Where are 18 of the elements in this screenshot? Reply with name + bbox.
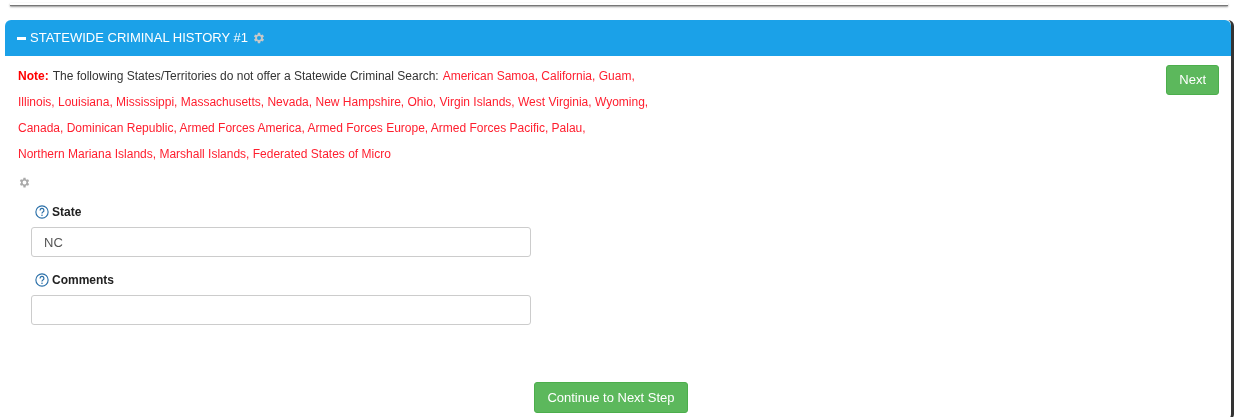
- note-label: Note:: [18, 69, 49, 84]
- state-list: Canada, Dominican Republic, Armed Forces America, Armed Forces Europe, Armed Forces Pacific, Palau,: [18, 121, 586, 136]
- field-label: State: [52, 204, 82, 221]
- continue-button[interactable]: Continue to Next Step: [534, 382, 688, 413]
- input-field[interactable]: [31, 295, 531, 325]
- panel-header[interactable]: STATEWIDE CRIMINAL HISTORY #1: [5, 20, 1231, 56]
- settings-icon[interactable]: [18, 176, 31, 189]
- panel-title: STATEWIDE CRIMINAL HISTORY #1: [30, 29, 248, 48]
- next-button[interactable]: Next: [1166, 65, 1219, 95]
- settings-icon[interactable]: [251, 31, 266, 45]
- help-icon[interactable]: [35, 273, 49, 287]
- state-list: Illinois, Louisiana, Mississippi, Massachusetts, Nevada, New Hampshire, Ohio, Virgin Islands, West Virginia, Wyoming,: [18, 95, 649, 110]
- note-text: The following States/Territories do not offer a Statewide Criminal Search:: [52, 69, 439, 84]
- input-field[interactable]: NC: [31, 227, 531, 257]
- state-list: American Samoa, California, Guam,: [442, 69, 635, 84]
- state-list: Northern Mariana Islands, Marshall Islands, Federated States of Micro: [18, 147, 391, 162]
- help-icon[interactable]: [35, 205, 49, 219]
- field-label: Comments: [52, 272, 114, 289]
